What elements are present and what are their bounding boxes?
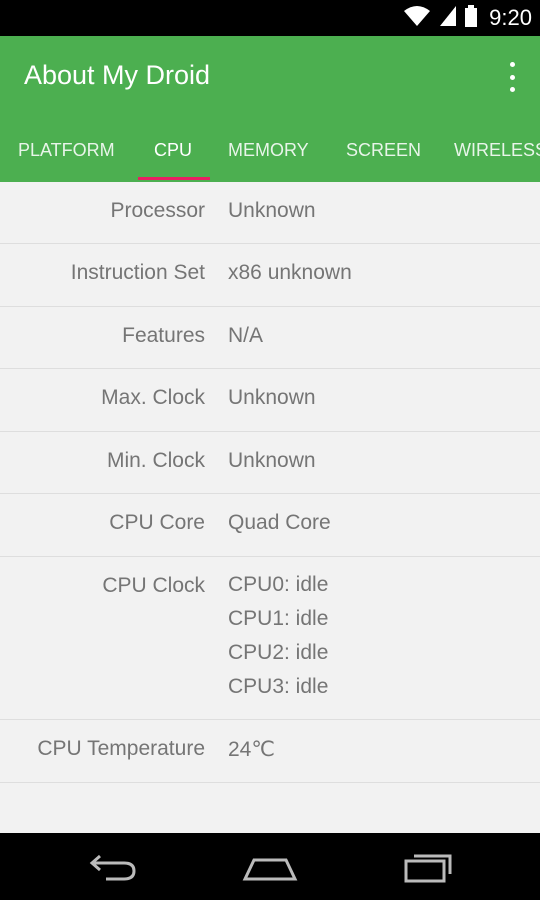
recents-icon[interactable] <box>398 847 458 887</box>
row-label: Processor <box>110 199 205 222</box>
back-icon[interactable] <box>83 847 143 887</box>
tab-memory[interactable]: MEMORY <box>228 126 309 182</box>
tab-platform[interactable]: PLATFORM <box>18 126 115 182</box>
navigation-bar <box>0 833 540 900</box>
wifi-icon <box>403 5 431 32</box>
row-label: Min. Clock <box>106 449 205 472</box>
row-value: Unknown <box>228 449 316 472</box>
row-instruction-set: Instruction Set x86 unknown <box>0 244 540 307</box>
row-label: CPU Core <box>109 511 205 534</box>
battery-icon <box>465 4 478 32</box>
status-bar: 9:20 <box>0 0 540 36</box>
row-value: Unknown <box>228 199 316 222</box>
row-label: Instruction Set <box>70 261 205 284</box>
row-label: CPU Temperature <box>37 737 205 760</box>
row-max-clock: Max. Clock Unknown <box>0 369 540 432</box>
row-label: Max. Clock <box>101 386 205 409</box>
row-cpu-core: CPU Core Quad Core <box>0 494 540 557</box>
cpu-clock-value: CPU1: idle <box>228 607 329 630</box>
cpu-clock-value: CPU3: idle <box>228 675 329 698</box>
row-label: Features <box>122 324 205 347</box>
row-min-clock: Min. Clock Unknown <box>0 432 540 494</box>
row-processor: Processor Unknown <box>0 182 540 244</box>
home-icon[interactable] <box>240 847 300 887</box>
tab-screen[interactable]: SCREEN <box>346 126 421 182</box>
status-time: 9:20 <box>489 5 532 30</box>
row-value: x86 unknown <box>228 261 352 284</box>
overflow-menu-icon[interactable] <box>506 62 518 92</box>
cpu-clock-value: CPU2: idle <box>228 641 329 664</box>
row-value-list: CPU0: idle CPU1: idle CPU2: idle CPU3: i… <box>228 568 328 704</box>
tab-wireless[interactable]: WIRELESS <box>454 126 540 182</box>
row-cpu-temperature: CPU Temperature 24℃ <box>0 720 540 783</box>
status-icons: 9:20 <box>403 0 532 36</box>
row-value: Quad Core <box>228 511 331 534</box>
cpu-clock-value: CPU0: idle <box>228 573 329 596</box>
row-features: Features N/A <box>0 307 540 369</box>
row-value: 24℃ <box>228 738 275 761</box>
row-value: Unknown <box>228 386 316 409</box>
tab-bar: PLATFORM CPU MEMORY SCREEN WIRELESS <box>0 126 540 182</box>
tab-cpu[interactable]: CPU <box>154 126 192 182</box>
tab-indicator <box>138 177 210 180</box>
signal-icon <box>439 5 457 32</box>
cpu-info-list: Processor Unknown Instruction Set x86 un… <box>0 182 540 833</box>
row-label: CPU Clock <box>102 574 205 597</box>
app-title: About My Droid <box>24 60 211 90</box>
row-value: N/A <box>228 324 264 347</box>
app-bar: About My Droid PLATFORM CPU MEMORY SCREE… <box>0 36 540 182</box>
row-cpu-clock: CPU Clock CPU0: idle CPU1: idle CPU2: id… <box>0 557 540 720</box>
